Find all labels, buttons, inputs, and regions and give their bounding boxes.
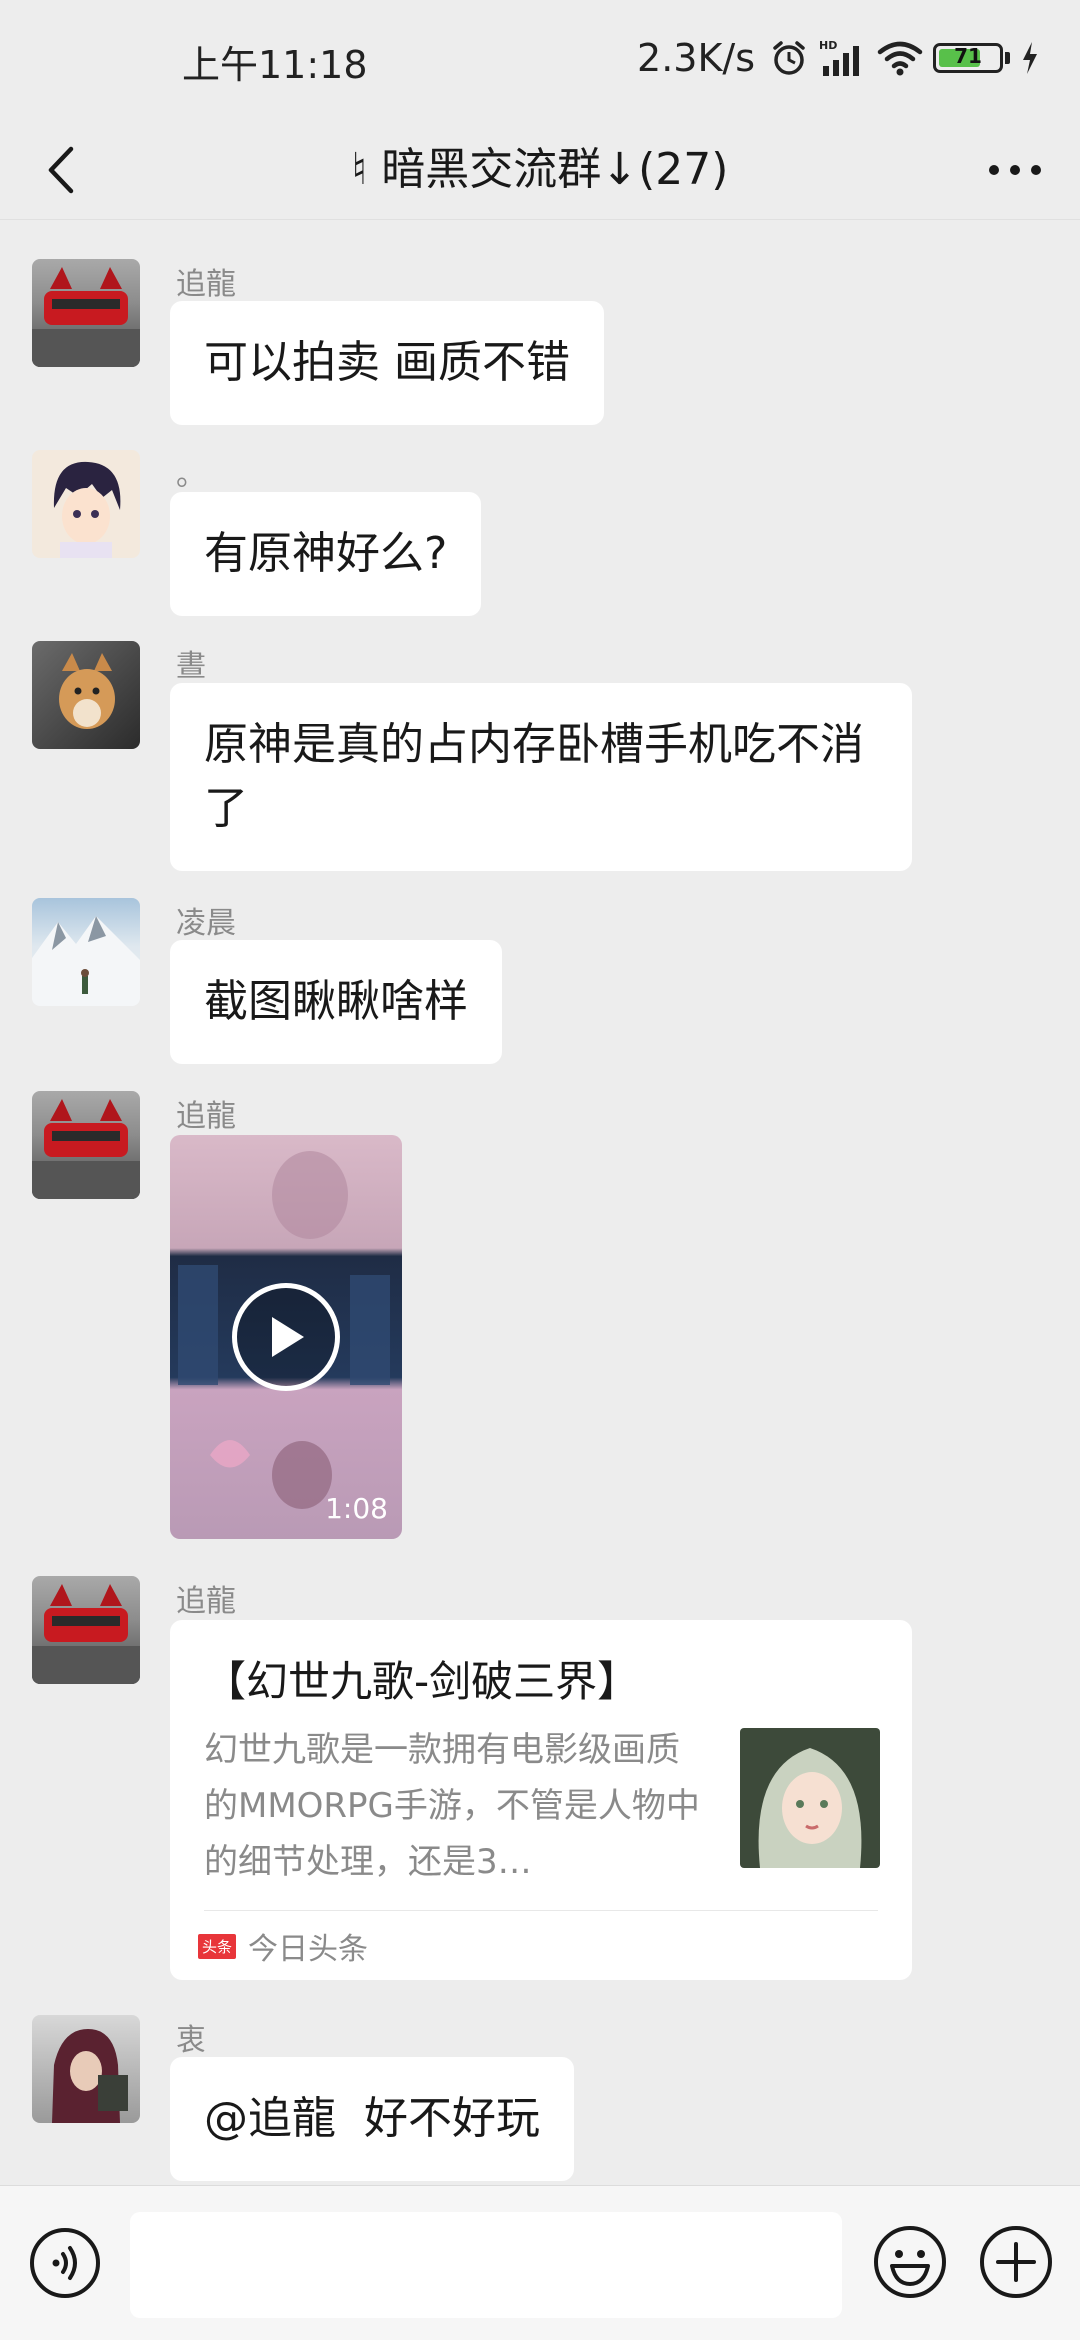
- avatar[interactable]: [32, 2015, 140, 2123]
- message-bubble[interactable]: 原神是真的占内存卧槽手机吃不消了: [170, 683, 912, 871]
- emoji-icon: [874, 2226, 946, 2298]
- wifi-icon: [877, 41, 923, 76]
- alarm-icon: [773, 41, 805, 75]
- avatar[interactable]: [32, 641, 140, 749]
- sender-name: 晝: [176, 649, 206, 684]
- message-bubble[interactable]: 可以拍卖 画质不错: [170, 301, 604, 425]
- card-thumbnail: [740, 1728, 880, 1868]
- more-actions-button[interactable]: [978, 2224, 1054, 2300]
- message-bubble[interactable]: 有原神好么?: [170, 492, 482, 616]
- more-dots-icon: [989, 165, 1041, 175]
- video-message[interactable]: 1:08: [170, 1135, 402, 1539]
- charging-icon: [1023, 42, 1037, 74]
- chat-title: ♮ 暗黑交流群↓(27): [351, 144, 729, 195]
- sender-name: 凌晨: [176, 906, 236, 941]
- sender-name: 追龍: [176, 1584, 236, 1619]
- avatar[interactable]: [32, 898, 140, 1006]
- sender-name: 。: [176, 458, 206, 493]
- plus-icon: [980, 2226, 1052, 2298]
- sender-name: 衷: [176, 2023, 206, 2058]
- signal-icon: HD: [819, 39, 859, 76]
- card-source-name: 今日头条: [248, 1932, 369, 1967]
- input-bar: [0, 2185, 1080, 2340]
- svg-text:HD: HD: [819, 39, 837, 52]
- chat-header: ♮ 暗黑交流群↓(27): [0, 120, 1080, 220]
- card-source: 头条 今日头条: [198, 1924, 368, 1968]
- avatar[interactable]: [32, 1091, 140, 1199]
- message-bubble[interactable]: 截图瞅瞅啥样: [170, 940, 502, 1064]
- sender-name: 追龍: [176, 1099, 236, 1134]
- message-list[interactable]: 追龍 可以拍卖 画质不错 。 有原神好么? 晝 原神是真的占内存卧槽手机吃不消了…: [0, 221, 1080, 2185]
- avatar[interactable]: [32, 259, 140, 367]
- battery-level: 71: [954, 44, 982, 68]
- avatar[interactable]: [32, 1576, 140, 1684]
- voice-button[interactable]: [28, 2226, 102, 2300]
- toutiao-logo-icon: 头条: [198, 1933, 237, 1959]
- status-bar: 上午11:18 2.3K/s HD 71: [0, 0, 1080, 120]
- network-speed: 2.3K/s: [637, 36, 755, 80]
- video-duration: 1:08: [325, 1492, 388, 1525]
- message-bubble[interactable]: @追龍 好不好玩: [170, 2057, 574, 2181]
- more-button[interactable]: [980, 130, 1050, 210]
- card-title: 【幻世九歌-剑破三界】: [204, 1657, 640, 1706]
- voice-icon: [30, 2228, 100, 2298]
- sender-name: 追龍: [176, 267, 236, 302]
- status-time: 上午11:18: [182, 43, 368, 87]
- card-description: 幻世九歌是一款拥有电影级画质的MMORPG手游，不管是人物中的细节处理，还是3…: [204, 1730, 700, 1882]
- emoji-button[interactable]: [872, 2224, 948, 2300]
- link-card[interactable]: 【幻世九歌-剑破三界】 幻世九歌是一款拥有电影级画质的MMORPG手游，不管是人…: [170, 1620, 912, 1980]
- battery-icon: 71: [933, 43, 1003, 73]
- status-icons: 2.3K/s HD 71: [637, 32, 1040, 84]
- play-icon: [272, 1317, 304, 1357]
- play-button[interactable]: [232, 1283, 340, 1391]
- message-input[interactable]: [130, 2212, 842, 2318]
- avatar[interactable]: [32, 450, 140, 558]
